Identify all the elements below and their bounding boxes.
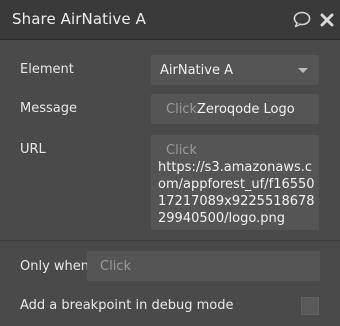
url-placeholder: Click: [166, 143, 197, 158]
message-input[interactable]: ClickZeroqode Logo: [151, 94, 319, 124]
only-when-placeholder: Click: [100, 259, 131, 274]
panel-title: Share AirNative A: [12, 10, 146, 28]
breakpoint-checkbox[interactable]: [301, 297, 319, 315]
message-placeholder: Click: [166, 102, 197, 117]
message-label: Message: [20, 101, 77, 116]
url-input[interactable]: Click https://s3.amazonaws.com/appforest…: [151, 135, 319, 230]
message-value: Zeroqode Logo: [196, 102, 295, 117]
comment-icon[interactable]: [293, 11, 311, 28]
chevron-down-icon: [298, 68, 308, 73]
panel-titlebar[interactable]: Share AirNative A: [0, 0, 340, 40]
only-when-label: Only when: [20, 259, 90, 274]
url-value: https://s3.amazonaws.com/appforest_uf/f1…: [158, 160, 315, 226]
only-when-input[interactable]: Click: [87, 251, 320, 281]
url-label: URL: [20, 142, 46, 157]
share-element-panel: Share AirNative A Element AirNative A Me…: [0, 0, 340, 326]
breakpoint-label: Add a breakpoint in debug mode: [20, 298, 234, 313]
section-divider: [0, 240, 340, 241]
element-dropdown[interactable]: AirNative A: [151, 55, 319, 85]
close-icon[interactable]: [320, 12, 334, 27]
element-label: Element: [20, 62, 74, 77]
element-dropdown-value: AirNative A: [160, 63, 233, 78]
